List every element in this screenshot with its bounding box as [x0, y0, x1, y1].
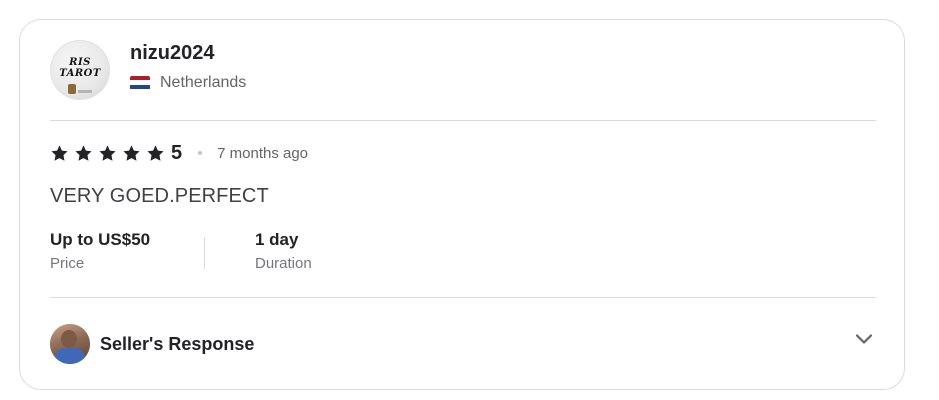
reviewer-username[interactable]: nizu2024	[130, 41, 246, 65]
netherlands-flag-icon	[130, 75, 150, 90]
reviewer-header: RIS TAROT nizu2024 Netherlands	[50, 40, 246, 100]
price-info: Up to US$50 Price	[50, 230, 204, 272]
order-meta: Up to US$50 Price 1 day Duration	[50, 230, 312, 272]
country-name: Netherlands	[160, 73, 247, 91]
price-label: Price	[50, 255, 85, 272]
separator-dot	[198, 151, 203, 155]
duration-label: Duration	[255, 255, 312, 272]
review-card: RIS TAROT nizu2024 Netherlands 5 7 month…	[19, 19, 905, 390]
star-icon	[122, 144, 141, 163]
divider	[50, 297, 876, 298]
star-icon	[146, 144, 165, 163]
price-value: Up to US$50	[50, 230, 151, 249]
divider	[50, 120, 876, 121]
star-rating	[50, 144, 170, 163]
chevron-down-icon[interactable]	[852, 327, 876, 351]
review-time: 7 months ago	[217, 144, 309, 162]
review-text: VERY GOED.PERFECT	[50, 185, 269, 207]
avatar-logo-text: RIS TAROT	[59, 57, 101, 79]
duration-info: 1 day Duration	[255, 230, 312, 272]
star-icon	[74, 144, 93, 163]
duration-value: 1 day	[255, 230, 299, 249]
avatar-logo-mark	[68, 84, 76, 94]
seller-avatar	[50, 324, 90, 364]
star-icon	[50, 144, 69, 163]
reviewer-avatar[interactable]: RIS TAROT	[50, 40, 110, 100]
rating-row: 5 7 months ago	[50, 141, 308, 165]
reviewer-info: nizu2024 Netherlands	[130, 42, 246, 92]
avatar-logo-small-text	[78, 90, 92, 93]
meta-divider	[204, 237, 205, 269]
star-icon	[98, 144, 117, 163]
seller-response-toggle[interactable]: Seller's Response	[50, 324, 876, 364]
rating-value: 5	[171, 141, 183, 164]
seller-response-label: Seller's Response	[100, 333, 255, 354]
reviewer-country: Netherlands	[130, 74, 246, 92]
